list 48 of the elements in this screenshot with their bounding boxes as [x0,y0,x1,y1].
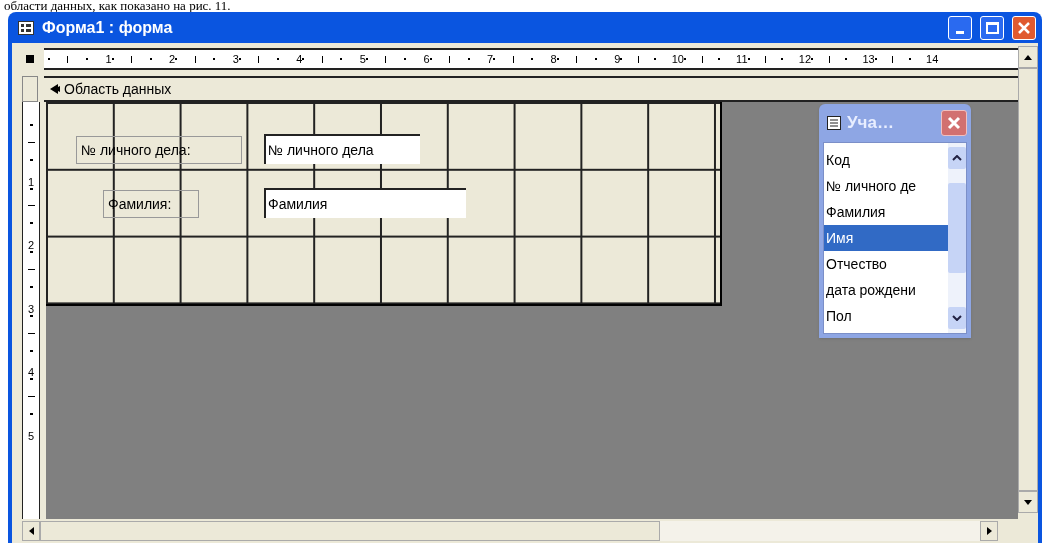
ruler-number: 10 [671,53,684,65]
text-box[interactable]: Фамилия [264,188,466,218]
ruler-number: 12 [798,53,812,65]
close-icon [1018,21,1030,34]
field-list-item[interactable]: Пол [824,303,948,329]
field-list-item[interactable]: Имя [824,225,948,251]
scroll-down-icon [1024,499,1032,505]
ruler-number: 1 [105,53,112,65]
scroll-left-icon [28,527,34,535]
field-list-item[interactable]: Фамилия [824,199,948,225]
section-selector[interactable] [22,76,38,102]
ruler-number: 3 [27,303,35,315]
close-icon [947,116,961,130]
scroll-right-icon [986,527,992,535]
caption-text: области данных, как показано на рис. 11. [4,0,231,12]
maximize-button[interactable] [980,15,1004,40]
scroll-up-icon [952,155,962,161]
section-header: Область данных [44,76,1018,102]
field-list-item[interactable]: № личного де [824,173,948,199]
ruler-number: 14 [926,53,939,65]
ruler-number: 5 [359,53,366,65]
ruler-number: 4 [296,53,303,65]
list-scrollbar[interactable] [948,143,966,333]
minimize-button[interactable] [948,15,972,40]
ruler-number: 1 [27,176,35,188]
ruler-number: 6 [423,53,430,65]
scroll-down-icon [952,315,962,321]
ruler-number: 2 [27,240,35,252]
ruler-number: 5 [27,430,35,442]
close-button[interactable] [941,110,967,136]
text-box[interactable]: № личного дела [264,134,420,164]
list-icon [827,116,841,130]
field-list-item[interactable]: Код [824,147,948,173]
form-icon [18,20,34,35]
field-list-item[interactable]: Отчество [824,251,948,277]
ruler-number: 8 [550,53,557,65]
window-title: Форма1 : форма [42,17,173,38]
ruler-number: 2 [169,53,176,65]
section-arrow-icon [50,84,60,94]
scroll-up-icon [1024,54,1032,60]
ruler-number: 11 [736,53,748,65]
ruler-number: 3 [232,53,239,65]
ruler-number: 4 [27,367,35,379]
field-list-title: Уча… [847,112,894,135]
field-list-item[interactable]: дата рождени [824,277,948,303]
ruler-number: 13 [862,53,875,65]
ruler-number: 9 [614,53,621,65]
ruler-number: 7 [487,53,494,65]
